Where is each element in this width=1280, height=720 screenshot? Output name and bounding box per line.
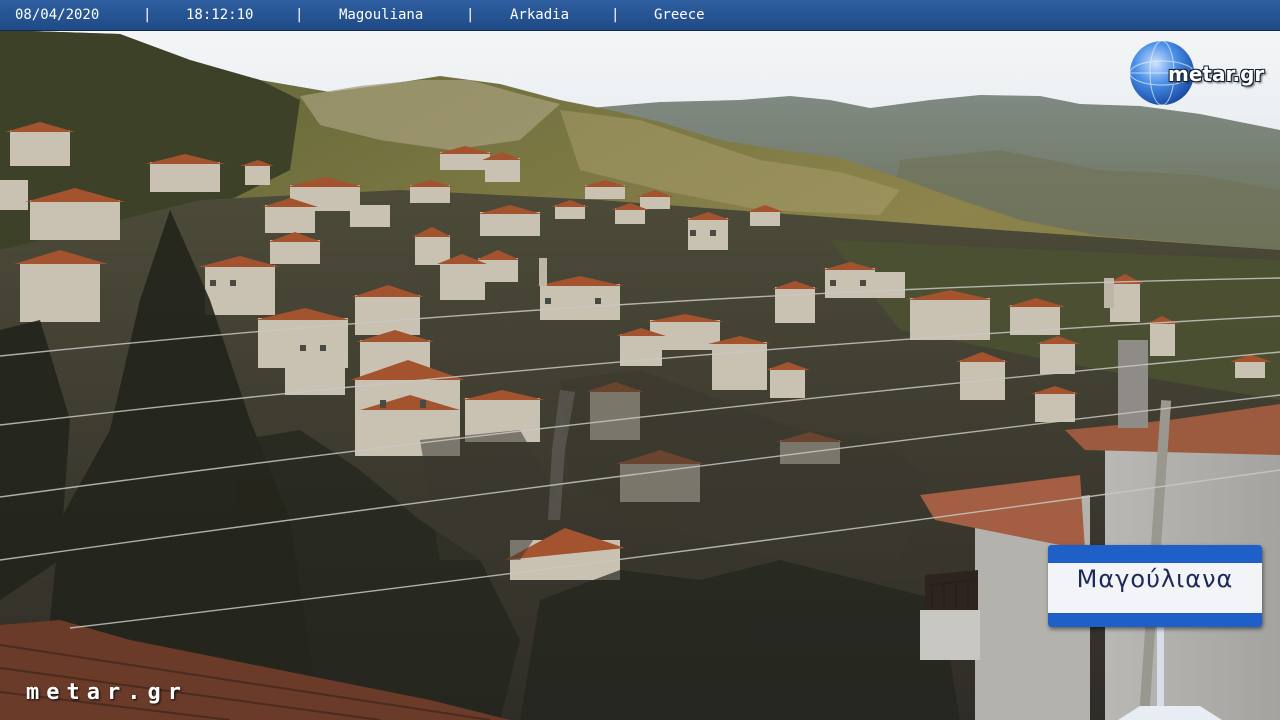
sign-band-top	[1048, 545, 1262, 563]
webcam-info-bar: 08/04/2020 | 18:12:10 | Magouliana | Ark…	[0, 0, 1280, 31]
sign-text: Μαγούλιανα	[1076, 565, 1234, 593]
country-label: Greece	[654, 7, 705, 23]
separator: |	[611, 7, 620, 23]
logo-text: metar.gr	[1168, 62, 1265, 86]
metar-logo: metar.gr	[1128, 38, 1273, 108]
separator: |	[143, 7, 152, 23]
separator: |	[466, 7, 475, 23]
sign-band-bottom	[1048, 613, 1262, 627]
watermark: metar.gr	[26, 680, 188, 705]
date-label: 08/04/2020	[15, 7, 100, 23]
time-label: 18:12:10	[186, 7, 254, 23]
place-label: Magouliana	[339, 7, 424, 23]
separator: |	[295, 7, 304, 23]
street-sign: Μαγούλιανα	[1048, 545, 1262, 627]
region-label: Arkadia	[510, 7, 570, 23]
